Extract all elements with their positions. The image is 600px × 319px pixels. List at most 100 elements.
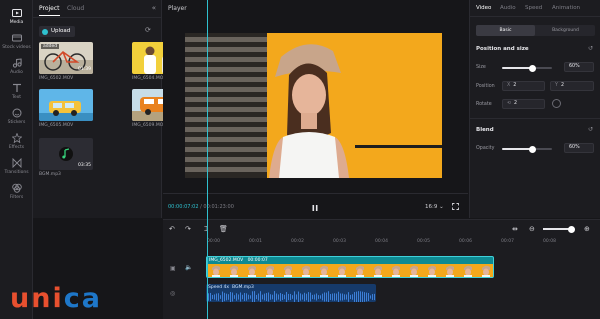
media-item-name: IMG_6504.MOV [132,76,167,81]
position-x-field[interactable]: X2 [502,81,545,91]
waveform-bar [324,292,325,302]
media-item-thumbnail[interactable] [39,89,93,121]
opacity-value[interactable]: 60% [564,143,594,153]
waveform-bar [354,292,355,302]
waveform-bar [264,293,265,301]
sidebar-item-transitions[interactable]: Transitions [0,158,33,184]
waveform-bar [230,291,231,302]
reset-icon[interactable]: ↺ [588,45,593,52]
tab-video[interactable]: Video [476,5,491,11]
car-thumbnail [39,89,93,121]
sidebar-item-stock-videos[interactable]: Stock videos [0,33,33,59]
waveform-bar [238,294,239,300]
clip-frame [459,264,477,277]
rotate-dial-icon[interactable] [552,99,561,108]
zoom-out-icon[interactable]: ⊖ [529,225,535,233]
opacity-label: Opacity [476,146,495,151]
zoom-slider-knob[interactable] [568,225,575,233]
pause-button[interactable] [311,204,319,212]
waveform-bar [282,294,283,300]
waveform-bar [370,295,371,299]
audio-clip[interactable]: Speed 4x BGM.mp3 [206,284,376,302]
sidebar-item-media[interactable]: Media [0,8,33,34]
reset-icon[interactable]: ↺ [588,126,593,133]
waveform-bar [276,293,277,301]
timeline-panel: ↶ ↷ ⌶ 🗑 ⇹ ⊖ ⊕ 00:00 00:01 00:02 00:03 00… [163,219,600,319]
aspect-ratio-select[interactable]: 16:9 ⌄ [425,204,444,210]
sidebar-item-text[interactable]: Text [0,83,33,109]
tab-speed[interactable]: Speed [525,5,542,11]
waveform-bar [216,293,217,301]
zoom-in-icon[interactable]: ⊕ [584,225,590,233]
fullscreen-icon[interactable] [452,203,459,210]
player-title: Player [168,5,187,12]
waveform-bar [368,293,369,301]
video-clip[interactable]: IMG_6502.MOV 00:00:07 [206,256,494,278]
ruler-tick: 00:03 [333,239,346,244]
video-editor: Media Stock videos Audio Text Stickers E… [0,0,600,319]
waveform-bar [270,294,271,300]
position-y-field[interactable]: Y2 [550,81,594,91]
segment-background[interactable]: Background [536,25,595,36]
waveform-bar [240,292,241,302]
waveform-bar [220,295,221,299]
media-tabs: Project Cloud « [33,0,162,18]
clip-frame [243,264,261,277]
effects-icon [11,133,22,143]
tab-audio[interactable]: Audio [500,5,516,11]
media-item-thumbnail[interactable]: added 01:39 [39,42,93,74]
clip-frame [333,264,351,277]
fit-icon[interactable]: ⇹ [512,225,518,233]
sidebar-item-audio[interactable]: Audio [0,58,33,84]
sidebar-item-label: Stock videos [2,45,31,50]
volume-icon[interactable]: 🔈 [185,264,192,271]
blend-heading: Blend [476,127,494,133]
waveform-bar [212,294,213,300]
waveform-bar [304,292,305,302]
waveform-bar [288,293,289,301]
stock-videos-icon [11,34,22,42]
waveform-bar [244,292,245,302]
waveform-bar [330,294,331,300]
refresh-icon[interactable]: ⟳ [145,26,151,34]
tab-cloud[interactable]: Cloud [67,5,84,12]
redo-icon[interactable]: ↷ [185,225,191,233]
sidebar-item-effects[interactable]: Effects [0,133,33,159]
size-slider[interactable] [502,64,552,72]
media-item-thumbnail[interactable]: 03:35 [39,138,93,170]
delete-icon[interactable]: 🗑 [219,225,228,233]
player-progress-bar[interactable] [163,193,468,194]
undo-icon[interactable]: ↶ [169,225,175,233]
waveform-bar [342,293,343,301]
filters-icon [11,183,22,193]
waveform-bar [310,292,311,302]
transitions-icon [12,158,21,168]
size-value[interactable]: 60% [564,62,594,72]
rotate-field[interactable]: ⟲ 2 [502,99,545,109]
sidebar-item-filters[interactable]: Filters [0,183,33,209]
playhead[interactable] [207,0,208,319]
waveform-bar [318,295,319,299]
waveform-bar [336,293,337,301]
waveform-bar [358,291,359,302]
video-preview [185,33,442,178]
waveform-bar [236,293,237,301]
waveform-bar [228,294,229,300]
upload-button[interactable]: Upload [39,26,75,37]
size-slider-knob[interactable] [528,64,536,72]
zoom-slider[interactable] [543,225,575,233]
clip-frame [441,264,459,277]
tab-animation[interactable]: Animation [552,5,580,11]
clip-frame [423,264,441,277]
opacity-slider-knob[interactable] [528,145,536,153]
waveform-bar [366,292,367,302]
segment-basic[interactable]: Basic [476,25,535,36]
collapse-icon[interactable]: « [152,4,156,12]
unica-logo: unica [10,283,102,314]
opacity-slider[interactable] [502,145,552,153]
sidebar-item-stickers[interactable]: Stickers [0,108,33,134]
tab-project[interactable]: Project [39,5,60,16]
waveform-bar [308,292,309,302]
sidebar-item-label: Stickers [7,120,26,125]
waveform-bar [256,294,257,300]
